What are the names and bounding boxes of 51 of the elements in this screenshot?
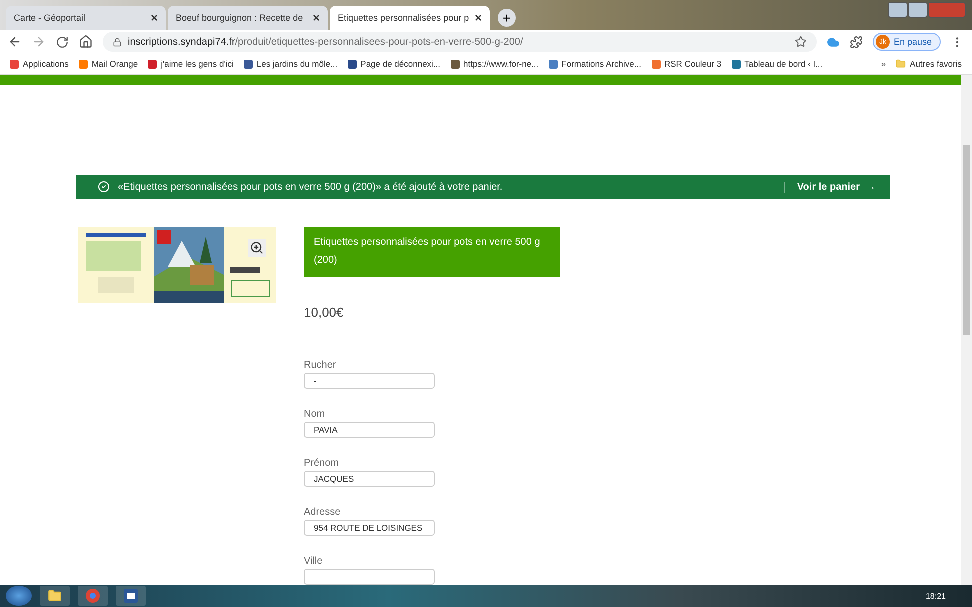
text-field[interactable]: PAVIA <box>304 422 435 438</box>
reload-icon[interactable] <box>56 36 69 48</box>
address-bar[interactable]: inscriptions.syndapi74.fr/produit/etiquettes-personnalisees-pour-pots-en-verre-500-g-200/ <box>103 32 817 52</box>
folder-icon <box>48 589 62 603</box>
document-icon <box>124 589 138 603</box>
back-icon[interactable] <box>8 35 22 49</box>
close-icon[interactable]: × <box>312 11 320 25</box>
bookmark-link[interactable]: Tableau de bord ‹ I... <box>732 59 823 69</box>
text-field[interactable]: 954 ROUTE DE LOISINGES <box>304 520 435 536</box>
browser-tab[interactable]: Boeuf bourguignon : Recette de × <box>168 6 328 30</box>
browser-tab[interactable]: Etiquettes personnalisées pour p × <box>330 6 490 30</box>
close-icon[interactable]: × <box>474 11 482 25</box>
taskbar-app[interactable] <box>116 586 146 606</box>
bookmark-link[interactable]: https://www.for-ne... <box>450 59 539 69</box>
bookmark-link[interactable]: j'aime les gens d'ici <box>148 59 234 69</box>
close-icon[interactable]: × <box>150 11 158 25</box>
text-field[interactable]: JACQUES <box>304 471 435 487</box>
field-label: Nom <box>304 409 326 420</box>
text-field[interactable] <box>304 569 435 585</box>
zoom-icon[interactable] <box>248 239 266 257</box>
bookmark-link[interactable]: Les jardins du môle... <box>244 59 338 69</box>
bookmark-link[interactable]: Page de déconnexi... <box>348 59 441 69</box>
bookmark-link[interactable]: Applications <box>10 59 69 69</box>
bookmark-link[interactable]: Mail Orange <box>78 59 138 69</box>
scrollbar[interactable] <box>961 75 972 585</box>
browser-icon <box>86 589 100 603</box>
product-title: Etiquettes personnalisées pour pots en verre 500 g (200) <box>304 227 560 277</box>
text-field[interactable]: - <box>304 373 435 389</box>
bookmark-link[interactable]: Autres favoris <box>896 59 962 69</box>
clock: 18:21 <box>926 592 946 600</box>
bookmark-link[interactable]: Formations Archive... <box>548 59 642 69</box>
start-button[interactable] <box>6 586 32 606</box>
more-bookmarks-icon[interactable]: » <box>881 59 886 69</box>
field-label: Adresse <box>304 507 342 518</box>
field-label: Prénom <box>304 458 340 469</box>
home-icon[interactable] <box>79 35 93 49</box>
new-tab-button[interactable]: + <box>498 9 516 27</box>
view-cart-link[interactable]: Voir le panier → <box>784 182 876 193</box>
check-icon <box>98 181 110 194</box>
field-label: Rucher <box>304 360 338 371</box>
product-price: 10,00€ <box>304 305 345 320</box>
extensions-icon[interactable] <box>850 36 863 48</box>
folder-icon <box>896 59 906 69</box>
browser-tab[interactable]: Carte - Géoportail × <box>6 6 166 30</box>
field-label: Ville <box>304 556 324 567</box>
taskbar-app[interactable] <box>40 586 70 606</box>
notice-message: «Etiquettes personnalisées pour pots en verre 500 g (200)» a été ajouté à votre panier. <box>118 182 504 193</box>
star-icon[interactable] <box>794 36 807 48</box>
cloud-icon[interactable] <box>826 36 840 48</box>
lock-icon <box>113 38 122 46</box>
bookmark-link[interactable]: RSR Couleur 3 <box>652 59 722 69</box>
